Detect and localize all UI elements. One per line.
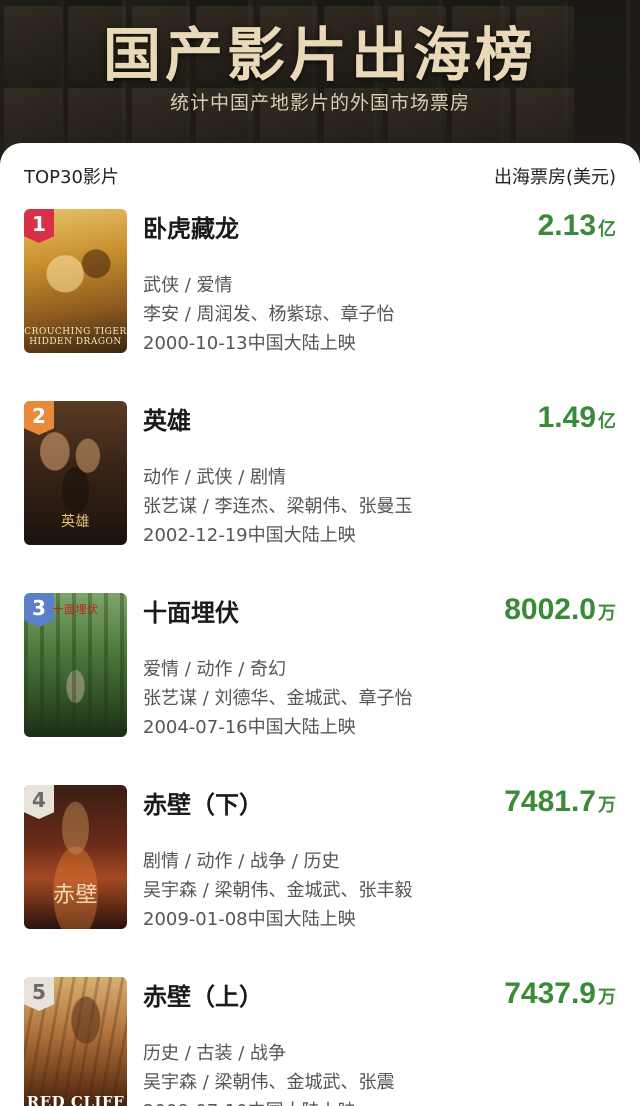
- rank-badge: 5: [24, 977, 54, 1011]
- box-office-value: 7481.7 万: [504, 785, 616, 818]
- film-poster[interactable]: 5 RED CLIFF: [24, 977, 127, 1106]
- box-office-column-label: 出海票房(美元): [493, 167, 616, 188]
- film-title[interactable]: 十面埋伏: [143, 593, 239, 628]
- film-crew: 张艺谋 / 李连杰、梁朝伟、张曼玉: [143, 496, 413, 517]
- film-poster[interactable]: 4 赤壁: [24, 785, 127, 929]
- film-title[interactable]: 卧虎藏龙: [143, 209, 239, 244]
- poster-title-text: 十面埋伏: [52, 603, 99, 616]
- film-row[interactable]: 4 赤壁 赤壁（下） 7481.7 万 剧情 / 动作 / 战争 / 历史 吴宇森…: [0, 785, 640, 955]
- film-crew: 张艺谋 / 刘德华、金城武、章子怡: [143, 688, 413, 709]
- film-title[interactable]: 赤壁（上）: [143, 977, 263, 1012]
- list-header-label: TOP30影片: [24, 167, 119, 188]
- page-title: 国产影片出海榜: [102, 21, 537, 89]
- film-title[interactable]: 赤壁（下）: [143, 785, 263, 820]
- rank-badge: 4: [24, 785, 54, 819]
- ranking-card: TOP30影片 出海票房(美元) 1 CROUCHING TIGER HIDDE…: [0, 143, 640, 1106]
- film-row[interactable]: 1 CROUCHING TIGER HIDDEN DRAGON 卧虎藏龙 2.1…: [0, 209, 640, 379]
- film-release-date: 2008-07-10中国大陆上映: [143, 1097, 356, 1106]
- box-office-value: 2.13 亿: [537, 209, 616, 242]
- rank-badge: 2: [24, 401, 54, 435]
- film-poster[interactable]: 3 十面埋伏: [24, 593, 127, 737]
- film-genre: 武侠 / 爱情: [143, 275, 233, 296]
- film-genre: 剧情 / 动作 / 战争 / 历史: [143, 851, 340, 872]
- film-poster[interactable]: 1 CROUCHING TIGER HIDDEN DRAGON: [24, 209, 127, 353]
- film-crew: 李安 / 周润发、杨紫琼、章子怡: [143, 304, 395, 325]
- film-row[interactable]: 2 英雄 英雄 1.49 亿 动作 / 武侠 / 剧情 张艺谋 / 李连杰、梁朝伟…: [0, 401, 640, 571]
- film-title[interactable]: 英雄: [143, 401, 191, 436]
- poster-title-text: RED CLIFF: [26, 1093, 125, 1106]
- page-subtitle: 统计中国产地影片的外国市场票房: [169, 92, 470, 114]
- box-office-value: 1.49 亿: [537, 401, 616, 434]
- list-header: TOP30影片 出海票房(美元): [0, 143, 640, 203]
- film-genre: 历史 / 古装 / 战争: [143, 1043, 287, 1064]
- film-genre: 爱情 / 动作 / 奇幻: [143, 659, 287, 680]
- box-office-value: 7437.9 万: [504, 977, 616, 1010]
- poster-title-text: CROUCHING TIGER HIDDEN DRAGON: [24, 327, 127, 347]
- film-release-date: 2009-01-08中国大陆上映: [143, 909, 356, 930]
- film-release-date: 2000-10-13中国大陆上映: [143, 333, 356, 354]
- film-row[interactable]: 3 十面埋伏 十面埋伏 8002.0 万 爱情 / 动作 / 奇幻 张艺谋 / 刘…: [0, 593, 640, 763]
- film-poster[interactable]: 2 英雄: [24, 401, 127, 545]
- poster-title-text: 英雄: [61, 514, 90, 530]
- film-row[interactable]: 5 RED CLIFF 赤壁（上） 7437.9 万 历史 / 古装 / 战争 吴…: [0, 977, 640, 1106]
- poster-title-text: 赤壁: [52, 883, 98, 908]
- film-release-date: 2004-07-16中国大陆上映: [143, 717, 356, 738]
- film-crew: 吴宇森 / 梁朝伟、金城武、张丰毅: [143, 880, 413, 901]
- film-release-date: 2002-12-19中国大陆上映: [143, 525, 356, 546]
- rank-badge: 1: [24, 209, 54, 243]
- box-office-value: 8002.0 万: [504, 593, 616, 626]
- film-crew: 吴宇森 / 梁朝伟、金城武、张震: [143, 1072, 395, 1093]
- film-genre: 动作 / 武侠 / 剧情: [143, 467, 287, 488]
